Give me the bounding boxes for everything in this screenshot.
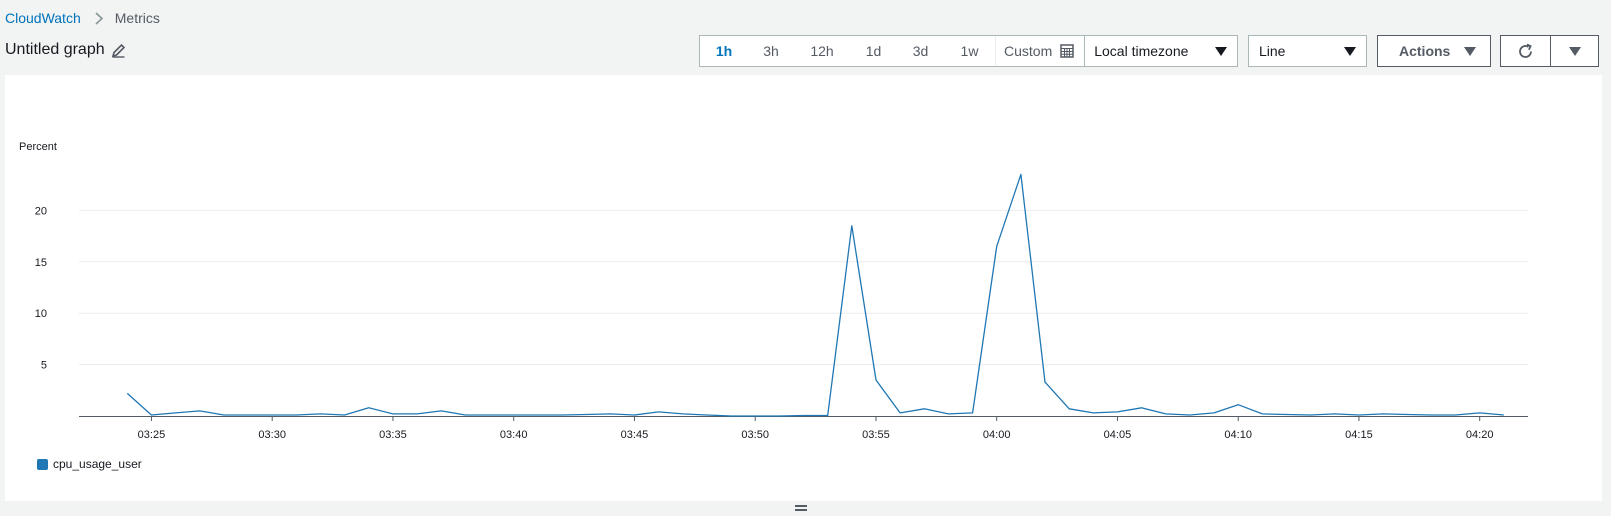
refresh-interval-dropdown[interactable] (1550, 35, 1599, 67)
breadcrumb-current: Metrics (114, 10, 160, 26)
period-label: 12h (810, 43, 834, 59)
caret-down-icon (1464, 46, 1476, 56)
refresh-button[interactable] (1500, 35, 1551, 67)
x-tick-label: 03:30 (258, 429, 286, 441)
timezone-select[interactable]: Local timezone (1084, 36, 1237, 66)
caret-down-icon (1215, 46, 1227, 56)
y-tick-label: 20 (35, 205, 47, 217)
timezone-label: Local timezone (1094, 43, 1189, 59)
graph-title: Untitled graph (5, 41, 105, 58)
y-tick-label: 10 (35, 308, 47, 320)
graph-panel: Percent 5 10 15 20 03:25 03:30 03:35 03:40 03:45 0… (5, 75, 1602, 501)
x-tick-label: 04:00 (983, 429, 1011, 441)
breadcrumb-cloudwatch-link[interactable]: CloudWatch (5, 10, 81, 26)
custom-range-button[interactable]: Custom (995, 36, 1084, 66)
time-range-selector: 1h 3h 12h 1d 3d 1w Custom Local timezone (699, 35, 1238, 67)
chevron-right-icon (95, 11, 103, 25)
period-1d-button[interactable]: 1d (850, 36, 897, 66)
caret-down-icon (1568, 46, 1581, 56)
period-3h-button[interactable]: 3h (748, 36, 794, 66)
y-tick-label: 15 (35, 257, 47, 269)
graph-title-row: Untitled graph (5, 41, 126, 59)
period-12h-button[interactable]: 12h (794, 36, 850, 66)
legend-swatch (37, 458, 48, 470)
period-1h-button[interactable]: 1h (700, 36, 748, 66)
period-label: 3h (763, 43, 779, 59)
x-tick-label: 04:05 (1104, 429, 1132, 441)
period-3d-button[interactable]: 3d (897, 36, 944, 66)
period-label: 1h (715, 43, 733, 59)
legend-item[interactable]: cpu_usage_user (37, 457, 142, 471)
period-label: 1d (865, 43, 882, 59)
x-tick-label: 03:40 (500, 429, 528, 441)
pencil-edit-icon[interactable] (111, 43, 126, 58)
y-tick-label: 5 (41, 360, 47, 372)
x-tick-label: 03:55 (862, 429, 890, 441)
actions-button[interactable]: Actions (1377, 35, 1491, 67)
actions-label: Actions (1399, 43, 1451, 59)
x-tick-label: 03:35 (379, 429, 407, 441)
refresh-icon (1519, 43, 1532, 58)
x-tick-label: 04:20 (1466, 429, 1494, 441)
custom-range-label: Custom (1004, 43, 1053, 59)
graph-type-label: Line (1259, 43, 1286, 59)
x-tick-label: 03:25 (138, 429, 166, 441)
x-tick-label: 03:45 (621, 429, 649, 441)
metric-line-chart[interactable]: Percent 5 10 15 20 03:25 03:30 03:35 03:40 03:45 0… (5, 75, 1602, 501)
legend-series-name: cpu_usage_user (53, 457, 142, 471)
graph-type-select[interactable]: Line (1248, 35, 1367, 67)
x-tick-label: 03:50 (741, 429, 769, 441)
breadcrumb: CloudWatch Metrics (5, 10, 160, 26)
caret-down-icon (1344, 46, 1356, 56)
y-axis-label: Percent (19, 141, 57, 153)
period-1w-button[interactable]: 1w (944, 36, 995, 66)
calendar-icon (1060, 44, 1074, 58)
period-label: 1w (960, 43, 979, 59)
x-tick-label: 04:15 (1345, 429, 1373, 441)
resize-handle[interactable] (795, 505, 807, 513)
x-tick-label: 04:10 (1224, 429, 1252, 441)
period-label: 3d (912, 43, 929, 59)
